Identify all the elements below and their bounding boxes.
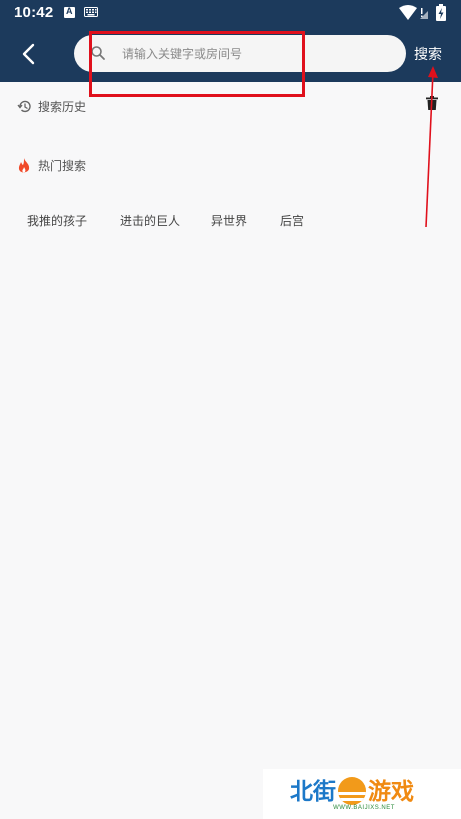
a-notification-icon: A (64, 6, 75, 18)
annotation-highlight-box (89, 31, 305, 97)
history-title: 搜索历史 (38, 100, 87, 114)
hot-tag[interactable]: 异世界 (211, 212, 247, 229)
sun-logo-icon (338, 777, 366, 805)
hot-tag[interactable]: 后宫 (280, 212, 304, 229)
watermark-url: WWW.BAIJIXS.NET (333, 805, 395, 811)
hot-title: 热门搜索 (38, 159, 87, 173)
status-bar: 10:42 A (0, 0, 461, 26)
annotation-arrow (425, 66, 438, 228)
hot-tag[interactable]: 进击的巨人 (120, 212, 180, 229)
status-time: 10:42 (14, 4, 54, 21)
keyboard-icon (84, 7, 98, 17)
watermark-logo-left: 北街 (290, 779, 336, 805)
chevron-left-icon (22, 43, 35, 65)
hot-tag[interactable]: 我推的孩子 (27, 212, 87, 229)
battery-charging-icon (436, 4, 446, 21)
back-button[interactable] (14, 40, 44, 68)
search-submit-button[interactable]: 搜索 (414, 44, 442, 64)
history-section-header: 搜索历史 (17, 97, 137, 117)
history-clock-icon (17, 100, 31, 113)
wifi-icon (399, 5, 428, 20)
hot-section-header: 热门搜索 (17, 156, 137, 176)
watermark-logo-right: 游戏 (368, 779, 414, 805)
fire-icon (18, 158, 30, 173)
watermark-logo: 北街 游戏 (290, 772, 414, 806)
